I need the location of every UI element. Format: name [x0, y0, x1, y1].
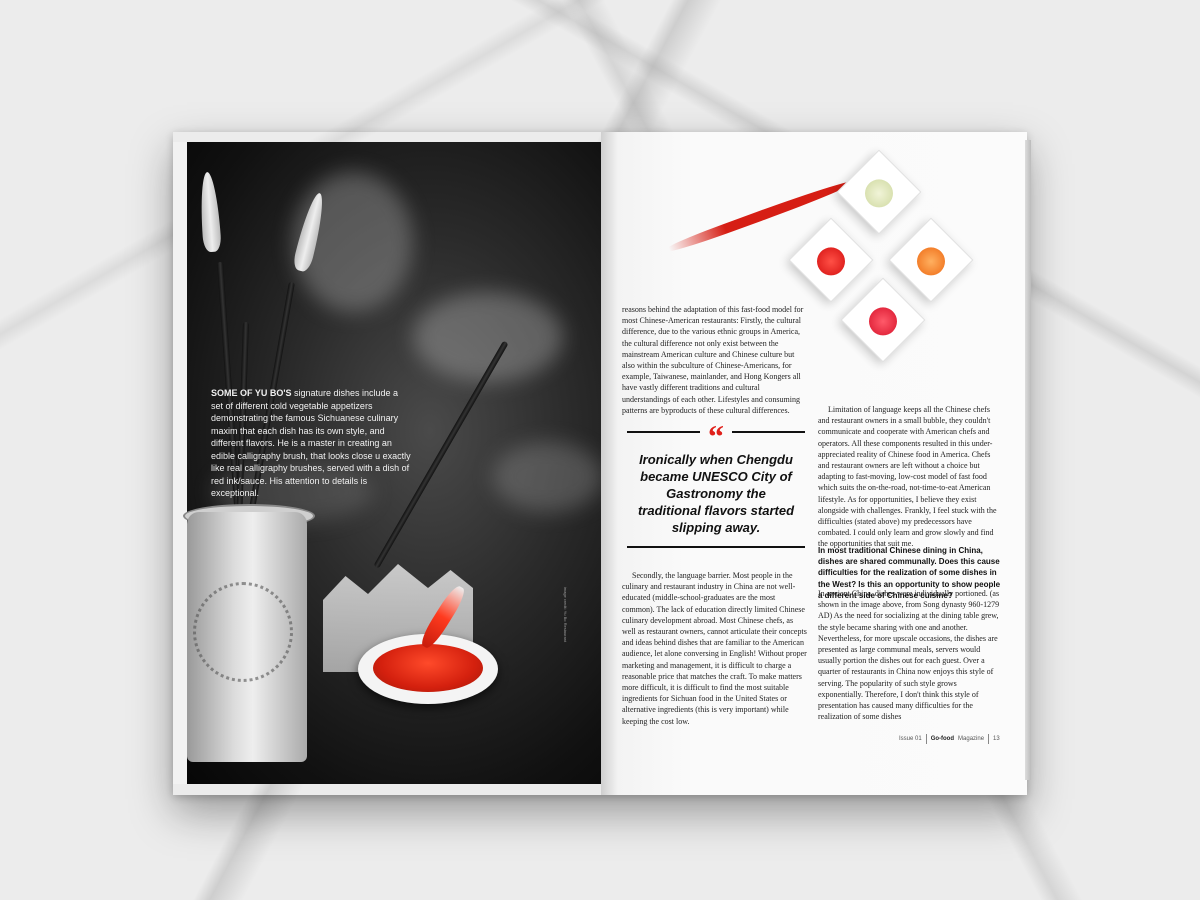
page-number: 13	[993, 736, 1000, 742]
footer-separator	[925, 734, 927, 744]
dish-tile-right	[888, 217, 974, 303]
red-sauce	[373, 644, 483, 692]
pull-quote-text: Ironically when Chengdu became UNESCO Ci…	[637, 452, 795, 535]
open-magazine: SOME OF YU BO'S signature dishes include…	[173, 132, 1031, 795]
carrot-appetizer	[911, 241, 951, 282]
radish-flower-appetizer	[863, 301, 903, 342]
brush-pot-pattern	[193, 582, 293, 682]
column1-bottom-text: Secondly, the language barrier. Most peo…	[622, 571, 807, 726]
footer-magazine: Magazine	[958, 736, 985, 742]
dish-tile-bottom	[840, 277, 926, 363]
footer-brand: Go-food	[930, 736, 955, 742]
photo-credit: image credit: Yu Bo Restaurant	[563, 586, 569, 643]
cabbage-appetizer	[859, 173, 899, 214]
red-pepper-appetizer	[811, 241, 851, 282]
footer-separator	[988, 734, 990, 744]
photo-caption: SOME OF YU BO'S signature dishes include…	[211, 387, 411, 500]
page-footer: Issue 01 Go-food Magazine 13	[899, 734, 1000, 744]
left-page-photo: SOME OF YU BO'S signature dishes include…	[173, 142, 601, 784]
dish-tile-left	[788, 217, 874, 303]
column2-top-paragraph: Limitation of language keeps all the Chi…	[818, 404, 1001, 550]
pull-quote: “ Ironically when Chengdu became UNESCO …	[627, 420, 805, 548]
footer-issue: Issue 01	[899, 736, 922, 742]
caption-lead: SOME OF YU BO'S	[211, 388, 292, 398]
right-page-article: reasons behind the adaptation of this fa…	[601, 132, 1031, 795]
background-blur	[493, 442, 601, 512]
calligraphy-brush-tip	[198, 171, 222, 253]
interview-answer: In ancient China, dishes were individual…	[818, 589, 1000, 722]
caption-body: signature dishes include a set of differ…	[211, 388, 411, 498]
dish-tile-top	[836, 149, 922, 235]
page-edge	[1025, 140, 1031, 780]
column2-top-text: Limitation of language keeps all the Chi…	[818, 405, 997, 549]
quote-mark-icon: “	[700, 420, 732, 452]
column1-top-paragraph: reasons behind the adaptation of this fa…	[622, 305, 804, 415]
column1-bottom-paragraph: Secondly, the language barrier. Most peo…	[622, 570, 808, 727]
page-margin-strip	[173, 142, 187, 784]
